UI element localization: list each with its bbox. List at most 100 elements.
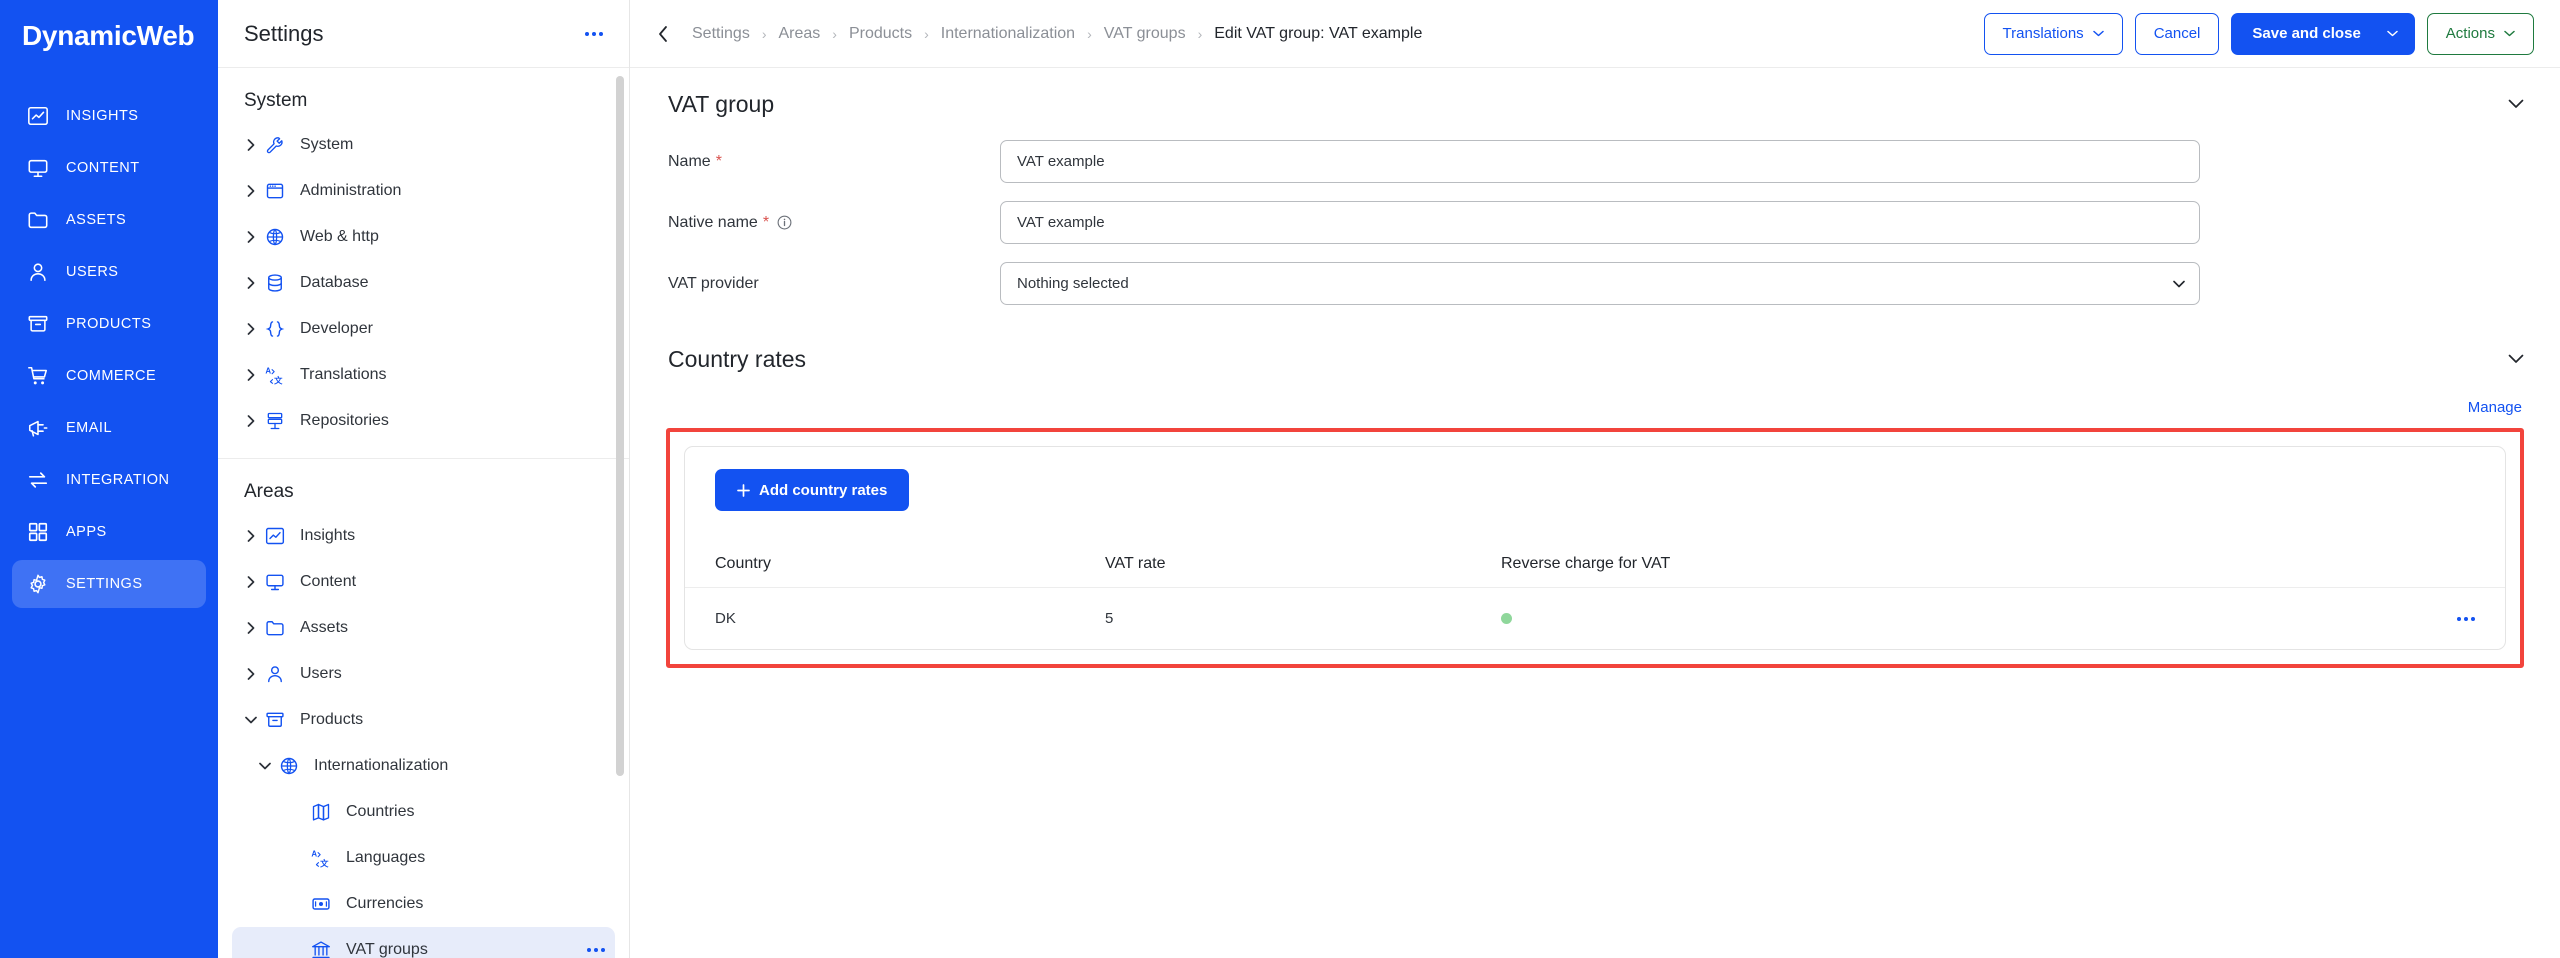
chevron-down-icon[interactable] bbox=[2508, 354, 2524, 364]
settings-panel-more-icon[interactable] bbox=[581, 24, 607, 44]
cancel-button[interactable]: Cancel bbox=[2134, 12, 2220, 55]
rail-item-products[interactable]: PRODUCTS bbox=[12, 300, 206, 348]
field-label: VAT provider bbox=[668, 275, 1000, 293]
settings-panel-title: Settings bbox=[244, 20, 324, 46]
chevron-right-icon[interactable] bbox=[240, 530, 262, 542]
gear-icon bbox=[26, 572, 50, 596]
user-icon bbox=[262, 664, 288, 684]
cell-reverse-charge bbox=[1501, 613, 2415, 624]
breadcrumb-item-3[interactable]: Internationalization bbox=[941, 25, 1075, 43]
content-scroll-area[interactable]: VAT group Name * VAT example Native name * VA… bbox=[630, 68, 2560, 958]
chevron-right-icon[interactable] bbox=[240, 231, 262, 243]
tree-item-content[interactable]: Content bbox=[232, 559, 615, 605]
tree-item-administration[interactable]: Administration bbox=[232, 168, 615, 214]
chevron-right-icon[interactable] bbox=[240, 369, 262, 381]
actions-button-label: Actions bbox=[2445, 25, 2495, 42]
row-more-icon[interactable] bbox=[2457, 616, 2475, 621]
breadcrumb-item-2[interactable]: Products bbox=[849, 25, 912, 43]
chevron-down-icon[interactable] bbox=[2387, 30, 2398, 37]
rail-item-content[interactable]: CONTENT bbox=[12, 144, 206, 192]
tree-section-title-areas: Areas bbox=[244, 481, 294, 502]
chevron-right-icon[interactable] bbox=[240, 576, 262, 588]
tree-item-label: Translations bbox=[300, 366, 387, 383]
chevron-down-icon bbox=[2092, 30, 2104, 37]
native-name-input[interactable]: VAT example bbox=[1000, 201, 2200, 244]
chevron-right-icon[interactable] bbox=[240, 277, 262, 289]
cell-actions bbox=[2415, 616, 2475, 621]
name-input[interactable]: VAT example bbox=[1000, 140, 2200, 183]
tree-item-label: Insights bbox=[300, 527, 356, 544]
vat-provider-select[interactable]: Nothing selected bbox=[1000, 262, 2200, 305]
exchange-icon bbox=[26, 468, 50, 492]
breadcrumb-separator: › bbox=[1197, 25, 1203, 42]
tree-item-vat-groups[interactable]: VAT groups bbox=[232, 927, 615, 958]
breadcrumb-item-4[interactable]: VAT groups bbox=[1104, 25, 1186, 43]
info-icon[interactable] bbox=[777, 215, 792, 230]
top-bar: Settings › Areas › Products › Internationaliza… bbox=[630, 0, 2560, 68]
translations-button[interactable]: Translations bbox=[1983, 12, 2123, 55]
save-and-close-button[interactable]: Save and close bbox=[2231, 12, 2415, 55]
country-rates-highlight-region: Add country rates Country VAT rate Rever… bbox=[666, 428, 2524, 668]
tree-item-label: Products bbox=[300, 711, 364, 728]
tree-item-more-icon[interactable] bbox=[587, 948, 605, 952]
actions-button[interactable]: Actions bbox=[2426, 12, 2534, 55]
chevron-right-icon[interactable] bbox=[240, 139, 262, 151]
globe-icon bbox=[262, 227, 288, 247]
rail-item-apps[interactable]: APPS bbox=[12, 508, 206, 556]
field-control: Nothing selected bbox=[1000, 262, 2200, 305]
tree-item-label: System bbox=[300, 136, 354, 153]
form-row-name: Name * VAT example bbox=[630, 140, 2560, 183]
rail-item-settings[interactable]: SETTINGS bbox=[12, 560, 206, 608]
manage-link[interactable]: Manage bbox=[2468, 399, 2522, 416]
chevron-right-icon[interactable] bbox=[240, 668, 262, 680]
tree-item-web-http[interactable]: Web & http bbox=[232, 214, 615, 260]
chevron-down-icon[interactable] bbox=[254, 762, 276, 770]
tree-item-database[interactable]: Database bbox=[232, 260, 615, 306]
table-row[interactable]: DK 5 bbox=[685, 587, 2505, 649]
primary-navigation-rail: DynamicWeb INSIGHTS CONTENT ASSETS USERS PRO… bbox=[0, 0, 218, 958]
breadcrumb-item-5: Edit VAT group: VAT example bbox=[1214, 24, 1423, 42]
chevron-right-icon[interactable] bbox=[240, 415, 262, 427]
tree-item-developer[interactable]: Developer bbox=[232, 306, 615, 352]
app-logo[interactable]: DynamicWeb bbox=[0, 0, 218, 72]
tree-item-label: Internationalization bbox=[314, 757, 449, 774]
chevron-down-icon[interactable] bbox=[2508, 99, 2524, 109]
rail-item-users[interactable]: USERS bbox=[12, 248, 206, 296]
tree-item-insights[interactable]: Insights bbox=[232, 513, 615, 559]
rail-item-integration[interactable]: INTEGRATION bbox=[12, 456, 206, 504]
tree-item-internationalization[interactable]: Internationalization bbox=[232, 743, 615, 789]
tree-item-assets[interactable]: Assets bbox=[232, 605, 615, 651]
box-icon bbox=[262, 710, 288, 730]
rail-item-email[interactable]: EMAIL bbox=[12, 404, 206, 452]
tree-item-label: Web & http bbox=[300, 228, 379, 245]
tree-item-repositories[interactable]: Repositories bbox=[232, 398, 615, 444]
wrench-icon bbox=[262, 135, 288, 155]
rail-item-assets[interactable]: ASSETS bbox=[12, 196, 206, 244]
tree-item-countries[interactable]: Countries bbox=[232, 789, 615, 835]
save-and-close-button-label: Save and close bbox=[2252, 25, 2361, 42]
chevron-right-icon[interactable] bbox=[240, 185, 262, 197]
tree-item-languages[interactable]: A 文 Languages bbox=[232, 835, 615, 881]
tree-item-currencies[interactable]: Currencies bbox=[232, 881, 615, 927]
chevron-down-icon[interactable] bbox=[240, 716, 262, 724]
tree-item-products[interactable]: Products bbox=[232, 697, 615, 743]
tree-item-translations[interactable]: A 文 Translations bbox=[232, 352, 615, 398]
breadcrumb-item-1[interactable]: Areas bbox=[778, 25, 820, 43]
tree-section-title-system: System bbox=[244, 90, 308, 111]
rail-item-insights[interactable]: INSIGHTS bbox=[12, 92, 206, 140]
svg-text:文: 文 bbox=[320, 858, 329, 868]
breadcrumb-item-0[interactable]: Settings bbox=[692, 25, 750, 43]
breadcrumb-separator: › bbox=[1087, 25, 1092, 42]
map-icon bbox=[308, 802, 334, 822]
tree-item-system[interactable]: System bbox=[232, 122, 615, 168]
rail-item-commerce[interactable]: COMMERCE bbox=[12, 352, 206, 400]
chevron-down-icon bbox=[2173, 280, 2185, 288]
chevron-right-icon[interactable] bbox=[240, 622, 262, 634]
tree-item-users[interactable]: Users bbox=[232, 651, 615, 697]
add-country-rates-button[interactable]: Add country rates bbox=[715, 469, 910, 511]
chevron-right-icon[interactable] bbox=[240, 323, 262, 335]
settings-tree-scrollbar[interactable] bbox=[616, 76, 624, 776]
tree-item-label: VAT groups bbox=[346, 941, 428, 958]
collapse-panel-icon[interactable] bbox=[648, 14, 678, 54]
settings-tree-body[interactable]: System System Administration Web & http Data… bbox=[218, 68, 629, 958]
